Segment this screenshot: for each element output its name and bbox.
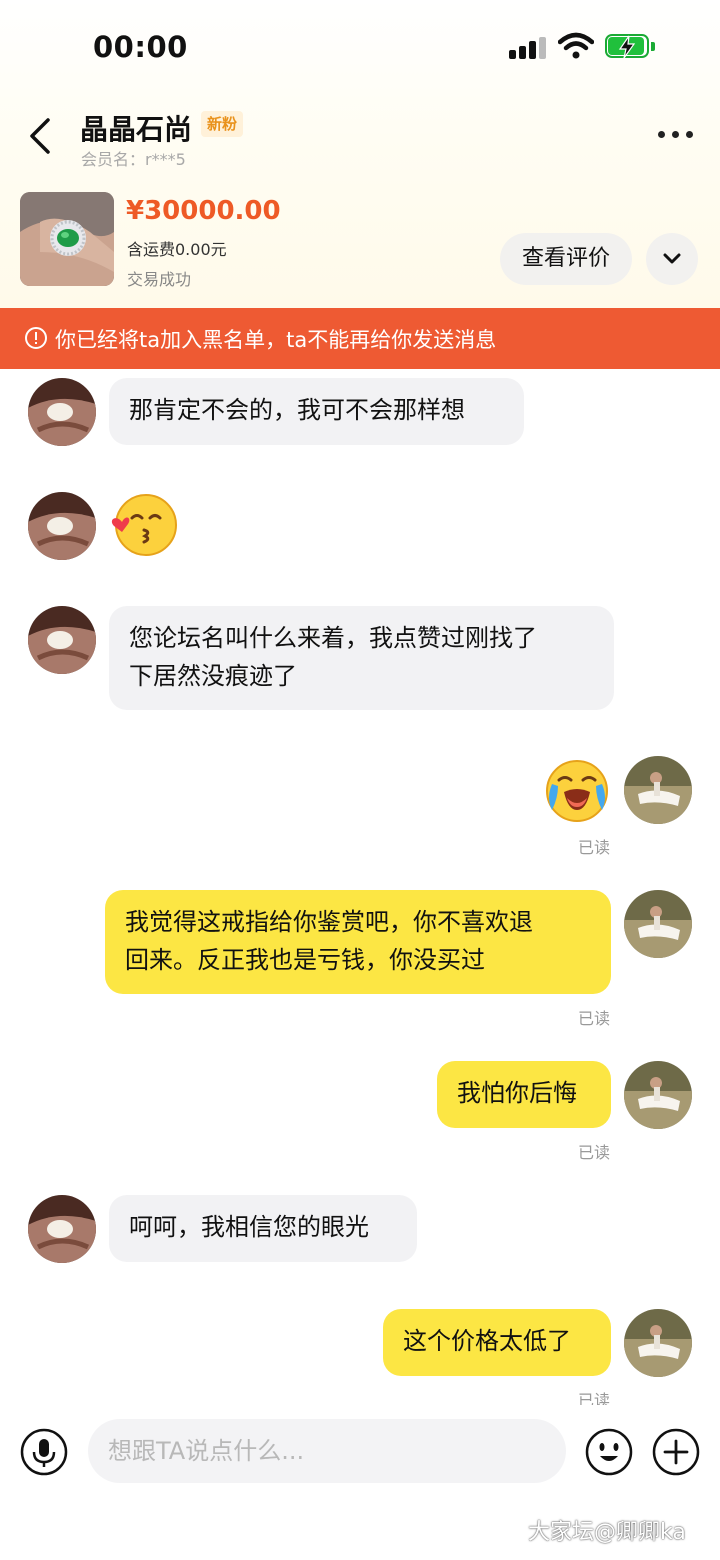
trade-status: 交易成功 bbox=[127, 270, 192, 289]
my-avatar[interactable] bbox=[624, 1061, 692, 1129]
message-bubble: 您论坛名叫什么来着，我点赞过刚找了 下居然没痕迹了 bbox=[109, 606, 614, 710]
product-thumbnail[interactable] bbox=[20, 192, 114, 286]
message-bubble: 我怕你后悔 bbox=[437, 1061, 611, 1128]
microphone-icon[interactable] bbox=[20, 1428, 68, 1476]
order-price: ¥30000.00 bbox=[126, 196, 281, 226]
fan-badge: 新粉 bbox=[201, 111, 244, 137]
expand-button[interactable] bbox=[646, 233, 698, 285]
message-bubble: 呵呵，我相信您的眼光 bbox=[109, 1195, 417, 1262]
read-receipt: 已读 bbox=[578, 1143, 611, 1162]
contact-avatar[interactable] bbox=[28, 378, 96, 446]
contact-name[interactable]: 晶晶石尚 bbox=[80, 108, 192, 148]
cellular-signal-icon bbox=[509, 37, 549, 59]
status-time: 00:00 bbox=[93, 30, 188, 64]
message-text-line: 您论坛名叫什么来着，我点赞过刚找了 bbox=[129, 624, 537, 652]
message-text: 呵呵，我相信您的眼光 bbox=[129, 1213, 369, 1241]
crying-face-emoji bbox=[546, 760, 608, 822]
kissing-face-emoji bbox=[111, 494, 177, 556]
message-text-line: 下居然没痕迹了 bbox=[129, 662, 297, 690]
message-input[interactable] bbox=[88, 1419, 566, 1483]
message-text-line: 回来。反正我也是亏钱，你没买过 bbox=[125, 946, 485, 974]
emoji-icon[interactable] bbox=[585, 1428, 633, 1476]
contact-avatar[interactable] bbox=[28, 606, 96, 674]
alert-icon bbox=[25, 327, 47, 349]
message-text: 这个价格太低了 bbox=[403, 1327, 571, 1355]
back-arrow-icon[interactable] bbox=[26, 114, 60, 158]
message-text-line: 我觉得这戒指给你鉴赏吧，你不喜欢退 bbox=[125, 908, 533, 936]
contact-avatar[interactable] bbox=[28, 492, 96, 560]
read-receipt: 已读 bbox=[578, 1009, 611, 1028]
my-avatar[interactable] bbox=[624, 1309, 692, 1377]
plus-icon[interactable] bbox=[652, 1428, 700, 1476]
read-receipt: 已读 bbox=[578, 838, 611, 857]
battery-icon bbox=[605, 34, 655, 60]
message-bubble: 我觉得这戒指给你鉴赏吧，你不喜欢退 回来。反正我也是亏钱，你没买过 bbox=[105, 890, 611, 994]
more-options-icon[interactable] bbox=[656, 124, 696, 146]
watermark: 大家坛@卿卿ka bbox=[528, 1520, 686, 1545]
view-review-button[interactable]: 查看评价 bbox=[500, 233, 632, 285]
wifi-icon bbox=[558, 32, 594, 59]
member-id: 会员名：r***5 bbox=[81, 150, 186, 169]
message-bubble: 那肯定不会的，我可不会那样想 bbox=[109, 378, 524, 445]
my-avatar[interactable] bbox=[624, 756, 692, 824]
shipping-fee: 含运费0.00元 bbox=[127, 240, 227, 259]
message-text: 那肯定不会的，我可不会那样想 bbox=[129, 396, 465, 424]
my-avatar[interactable] bbox=[624, 890, 692, 958]
notice-text: 你已经将ta加入黑名单，ta不能再给你发送消息 bbox=[55, 328, 497, 352]
message-bubble: 这个价格太低了 bbox=[383, 1309, 611, 1376]
chevron-down-icon bbox=[663, 253, 681, 264]
contact-avatar[interactable] bbox=[28, 1195, 96, 1263]
message-text: 我怕你后悔 bbox=[457, 1079, 577, 1107]
blacklist-notice: 你已经将ta加入黑名单，ta不能再给你发送消息 bbox=[0, 308, 720, 369]
